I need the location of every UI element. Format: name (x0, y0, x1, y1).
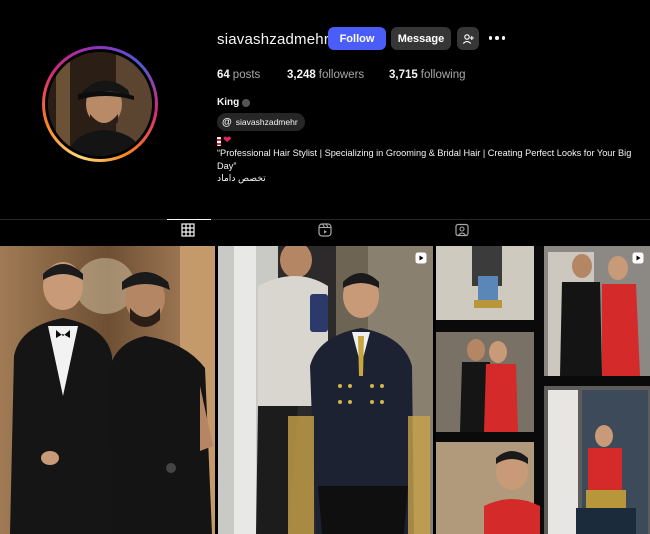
followers-label: followers (318, 69, 365, 81)
more-options-dot (495, 36, 499, 40)
post-tile[interactable] (218, 246, 433, 534)
tab-reels[interactable] (316, 222, 334, 238)
full-name-text: King (217, 97, 240, 108)
reel-badge-icon (415, 252, 427, 264)
message-button[interactable]: Message (391, 27, 451, 50)
tab-posts[interactable] (179, 222, 197, 238)
more-options-dot (501, 36, 506, 40)
following-label: following (420, 69, 466, 81)
more-options-icon (488, 36, 493, 40)
post-tile[interactable] (0, 246, 215, 534)
post-photo (218, 246, 433, 534)
avatar-person-illustration (48, 52, 152, 156)
more-options-button[interactable] (486, 30, 508, 46)
profile-full-name: King (217, 97, 251, 108)
follow-button[interactable]: Follow (328, 27, 386, 50)
threads-link[interactable]: @ siavashzadmehr (217, 113, 305, 131)
avatar-photo (48, 52, 152, 156)
threads-icon: @ (222, 116, 232, 128)
posts-count: 64 posts (217, 69, 260, 81)
profile-bio: ❤ “Professional Hair Stylist | Specializ… (217, 135, 650, 185)
followers-count[interactable]: 3,248 followers (287, 69, 364, 81)
bio-persian-text: تخصص داماد (217, 173, 266, 183)
reel-badge-icon (632, 252, 644, 264)
suggested-accounts-button[interactable] (457, 27, 479, 50)
avatar-border (45, 49, 155, 159)
post-tile[interactable] (436, 246, 650, 534)
bio-emoji-line: ❤ (217, 135, 650, 147)
add-user-icon (462, 33, 474, 44)
profile-username: siavashzadmehr (217, 31, 330, 48)
reels-icon (318, 223, 332, 237)
following-count[interactable]: 3,715 following (389, 69, 466, 81)
posts-grid (0, 246, 650, 534)
heart-icon: ❤ (223, 135, 232, 147)
threads-handle: siavashzadmehr (235, 117, 298, 127)
posts-label: posts (232, 69, 261, 81)
post-photo (0, 246, 215, 534)
tagged-icon (455, 223, 469, 237)
grid-icon (181, 223, 195, 237)
barber-pole-icon (217, 137, 221, 146)
active-tab-indicator (167, 219, 211, 220)
tab-tagged[interactable] (453, 222, 471, 238)
following-number: 3,715 (389, 69, 418, 81)
tabs-divider (0, 219, 650, 220)
profile-avatar[interactable] (42, 46, 158, 162)
post-photo (436, 246, 650, 534)
bio-text: “Professional Hair Stylist | Specializin… (217, 148, 632, 171)
posts-number: 64 (217, 69, 230, 81)
followers-number: 3,248 (287, 69, 316, 81)
crown-icon (242, 98, 251, 107)
